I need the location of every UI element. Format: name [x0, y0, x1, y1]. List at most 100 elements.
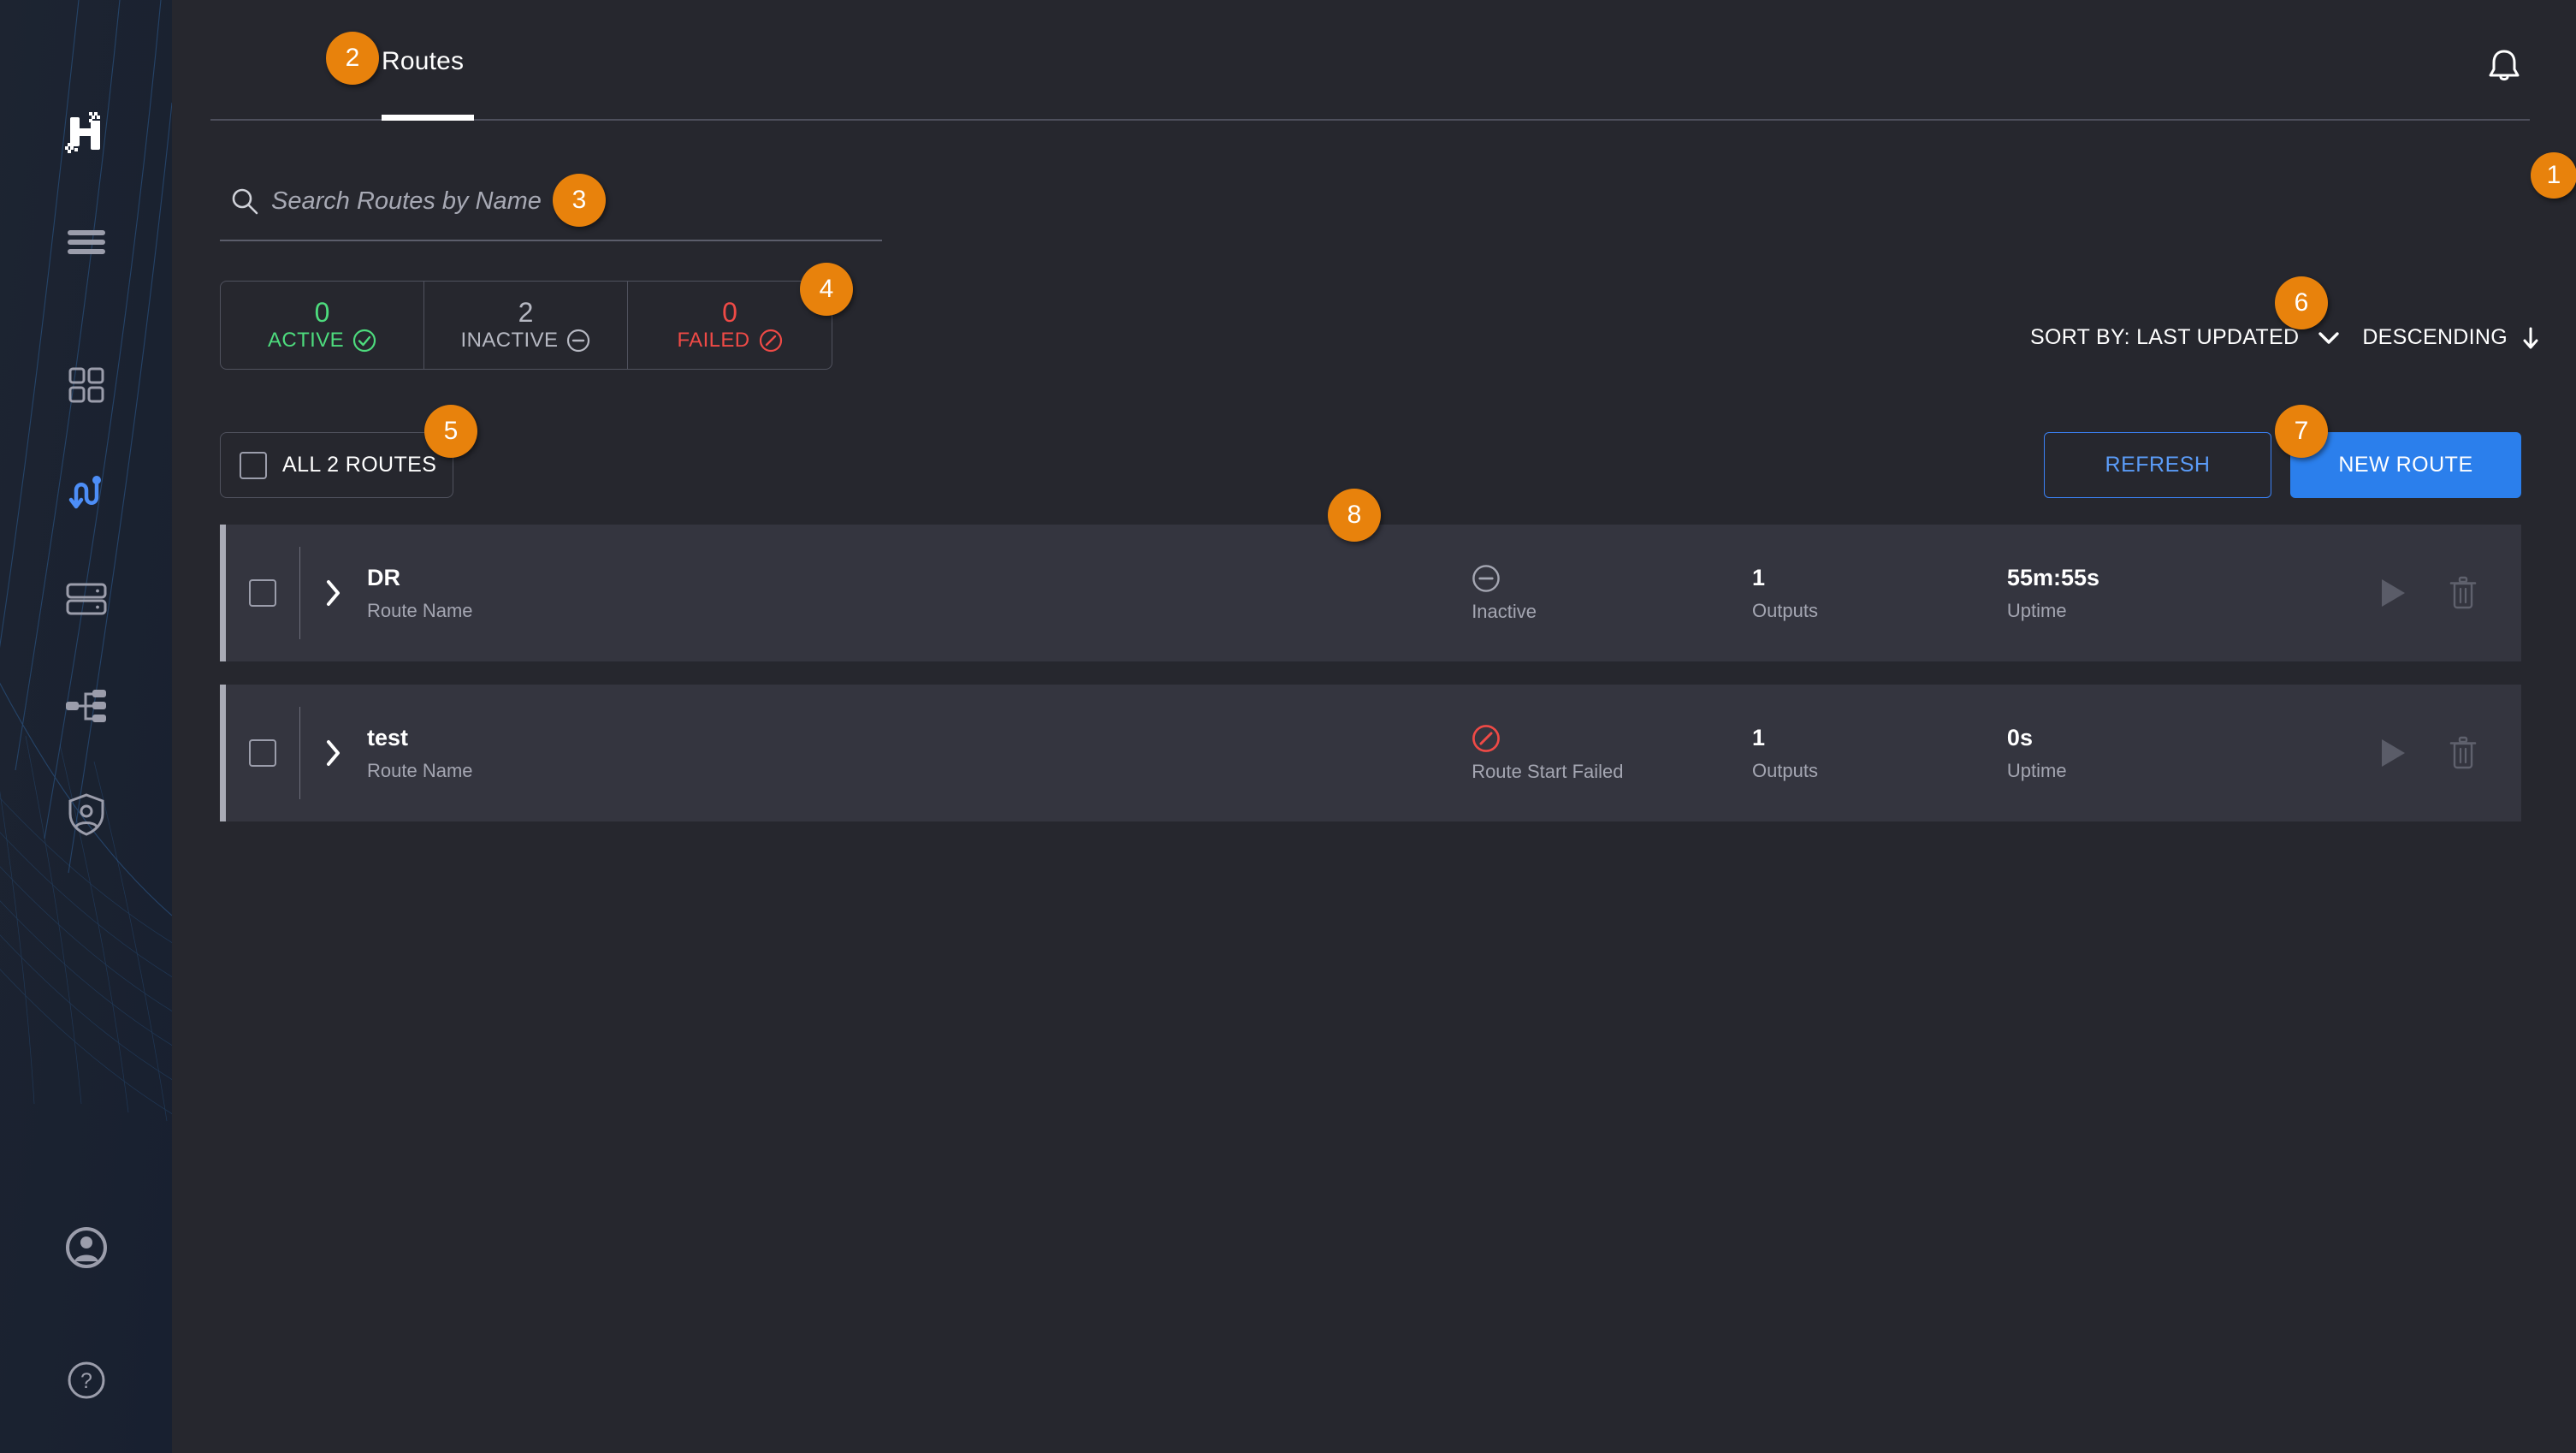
sidebar-item-routes[interactable]	[0, 458, 172, 526]
sidebar-item-dashboard[interactable]	[0, 351, 172, 419]
chevron-down-icon	[2318, 331, 2340, 344]
slash-circle-icon	[759, 329, 782, 352]
search-icon	[232, 188, 258, 215]
sidebar-item-topology[interactable]	[0, 672, 172, 740]
annotation-marker-2: 2	[326, 32, 379, 85]
select-all-routes-toggle[interactable]: ALL 2 ROUTES	[220, 432, 453, 498]
sort-direction-label: DESCENDING	[2362, 325, 2508, 349]
row-actions	[2372, 572, 2521, 614]
sidebar: ?	[0, 0, 172, 1453]
minus-circle-icon	[567, 329, 590, 352]
start-route-button[interactable]	[2372, 572, 2413, 614]
route-name-cell: DR Route Name	[367, 566, 1472, 620]
notification-bell-icon	[2489, 50, 2520, 81]
table-row[interactable]: DR Route Name Inactive 1 Outputs 55m:55s…	[220, 525, 2521, 661]
delete-route-button[interactable]	[2443, 732, 2484, 774]
route-status-label: Route Start Failed	[1472, 761, 1624, 783]
row-checkbox[interactable]	[249, 739, 276, 767]
trash-icon	[2449, 576, 2477, 609]
play-icon	[2382, 739, 2405, 767]
refresh-button[interactable]: REFRESH	[2044, 432, 2271, 498]
route-uptime-cell: 0s Uptime	[2007, 726, 2372, 780]
status-filter-cards: 0 ACTIVE 2 INACTIVE 0 FAILED	[220, 281, 832, 370]
route-name: DR	[367, 565, 400, 591]
app-logo[interactable]	[0, 98, 172, 167]
annotation-marker-3: 3	[553, 174, 606, 227]
search-bar	[220, 173, 882, 241]
chevron-right-icon	[327, 580, 340, 606]
delete-route-button[interactable]	[2443, 572, 2484, 614]
routes-page: ? Routes 0 ACTIVE	[0, 0, 2576, 1453]
status-label-active: ACTIVE	[267, 328, 345, 352]
page-header: Routes	[172, 0, 2576, 123]
route-uptime-label: Uptime	[2006, 599, 2067, 621]
row-actions	[2372, 732, 2521, 774]
sort-direction-toggle[interactable]: DESCENDING	[2362, 325, 2540, 350]
trash-icon	[2449, 736, 2477, 769]
tab-routes[interactable]: Routes	[382, 47, 464, 76]
route-uptime-cell: 55m:55s Uptime	[2007, 566, 2372, 620]
row-checkbox-cell[interactable]	[226, 579, 299, 607]
sidebar-item-account[interactable]	[0, 1213, 172, 1282]
status-card-active[interactable]: 0 ACTIVE	[221, 282, 424, 369]
hexagon-h-logo-icon	[64, 112, 100, 153]
notifications-button[interactable]	[2485, 47, 2523, 85]
annotation-marker-1: 1	[2531, 152, 2576, 199]
sort-by-dropdown[interactable]: SORT BY: LAST UPDATED	[2030, 325, 2340, 350]
row-checkbox[interactable]	[249, 579, 276, 607]
route-name-label: Route Name	[367, 599, 473, 621]
route-status-cell: Route Start Failed	[1472, 724, 1752, 783]
route-outputs-label: Outputs	[1751, 759, 1818, 781]
status-count-active: 0	[314, 296, 330, 328]
routes-list: DR Route Name Inactive 1 Outputs 55m:55s…	[220, 525, 2521, 845]
expand-row-button[interactable]	[300, 738, 367, 768]
status-count-failed: 0	[722, 296, 737, 328]
grid-icon	[68, 367, 104, 403]
help-circle-icon: ?	[68, 1361, 104, 1399]
route-uptime-label: Uptime	[2006, 759, 2067, 781]
route-outputs-label: Outputs	[1751, 599, 1818, 621]
tab-bar-divider	[210, 119, 2530, 121]
status-count-inactive: 2	[518, 296, 534, 328]
sort-by-label: SORT BY: LAST UPDATED	[2030, 325, 2300, 349]
annotation-marker-7: 7	[2275, 405, 2328, 458]
shield-user-icon	[68, 793, 104, 836]
start-route-button[interactable]	[2372, 732, 2413, 774]
sitemap-icon	[65, 690, 106, 722]
svg-text:?: ?	[80, 1369, 92, 1393]
select-all-checkbox[interactable]	[240, 451, 267, 479]
route-uptime-value: 55m:55s	[2006, 565, 2100, 591]
route-name-cell: test Route Name	[367, 726, 1472, 780]
route-status-label: Inactive	[1472, 601, 1537, 623]
tab-active-indicator	[382, 115, 474, 121]
arrow-down-icon	[2523, 327, 2538, 348]
route-outputs-cell: 1 Outputs	[1752, 726, 2007, 780]
minus-circle-icon	[1472, 565, 1500, 593]
route-outputs-value: 1	[1751, 725, 1765, 751]
chevron-right-icon	[327, 740, 340, 766]
route-name: test	[367, 725, 409, 751]
expand-row-button[interactable]	[300, 578, 367, 608]
sidebar-item-help[interactable]: ?	[0, 1346, 172, 1414]
sidebar-item-menu-toggle[interactable]	[0, 208, 172, 276]
row-checkbox-cell[interactable]	[226, 739, 299, 767]
route-icon	[68, 476, 101, 509]
sidebar-item-servers[interactable]	[0, 565, 172, 633]
play-icon	[2382, 579, 2405, 607]
select-all-label: ALL 2 ROUTES	[282, 453, 437, 477]
status-label-failed: FAILED	[677, 328, 750, 352]
sidebar-item-security[interactable]	[0, 780, 172, 849]
table-row[interactable]: test Route Name Route Start Failed 1 Out…	[220, 685, 2521, 821]
status-card-inactive[interactable]: 2 INACTIVE	[424, 282, 628, 369]
server-icon	[66, 583, 106, 615]
user-circle-icon	[65, 1227, 107, 1268]
annotation-marker-8: 8	[1328, 489, 1381, 542]
route-outputs-value: 1	[1751, 565, 1765, 591]
annotation-marker-6: 6	[2275, 276, 2328, 329]
route-name-label: Route Name	[367, 759, 473, 781]
slash-circle-icon	[1472, 725, 1501, 753]
status-label-inactive: INACTIVE	[460, 328, 559, 352]
annotation-marker-5: 5	[424, 405, 477, 458]
sort-controls: SORT BY: LAST UPDATED DESCENDING	[2030, 325, 2540, 350]
route-status-cell: Inactive	[1472, 564, 1752, 623]
